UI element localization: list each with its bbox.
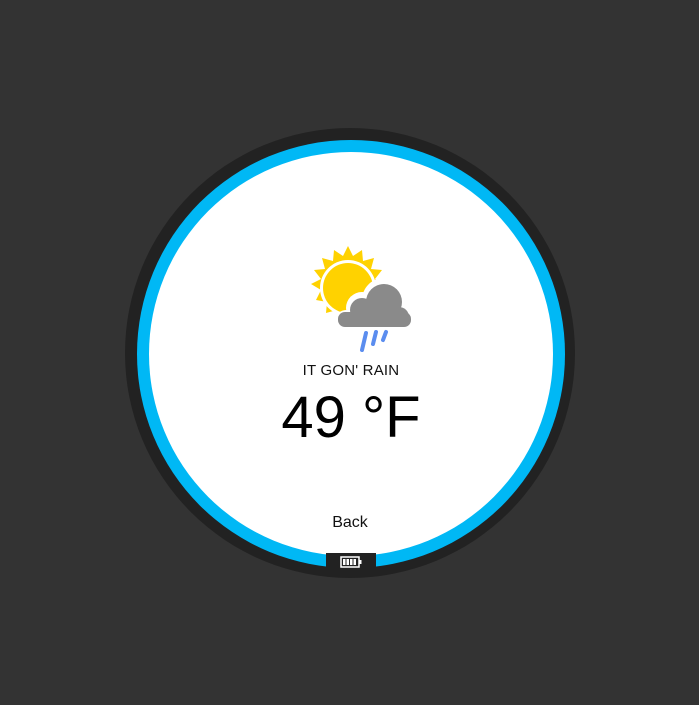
partly-sunny-rain-icon	[311, 246, 414, 352]
temperature-value: 49 °F	[281, 385, 421, 450]
battery-icon	[340, 556, 362, 568]
weather-condition-label: IT GON' RAIN	[302, 362, 400, 379]
watch-screen: IT GON' RAIN 49 °F Back	[0, 0, 699, 705]
back-button[interactable]: Back	[310, 511, 390, 535]
